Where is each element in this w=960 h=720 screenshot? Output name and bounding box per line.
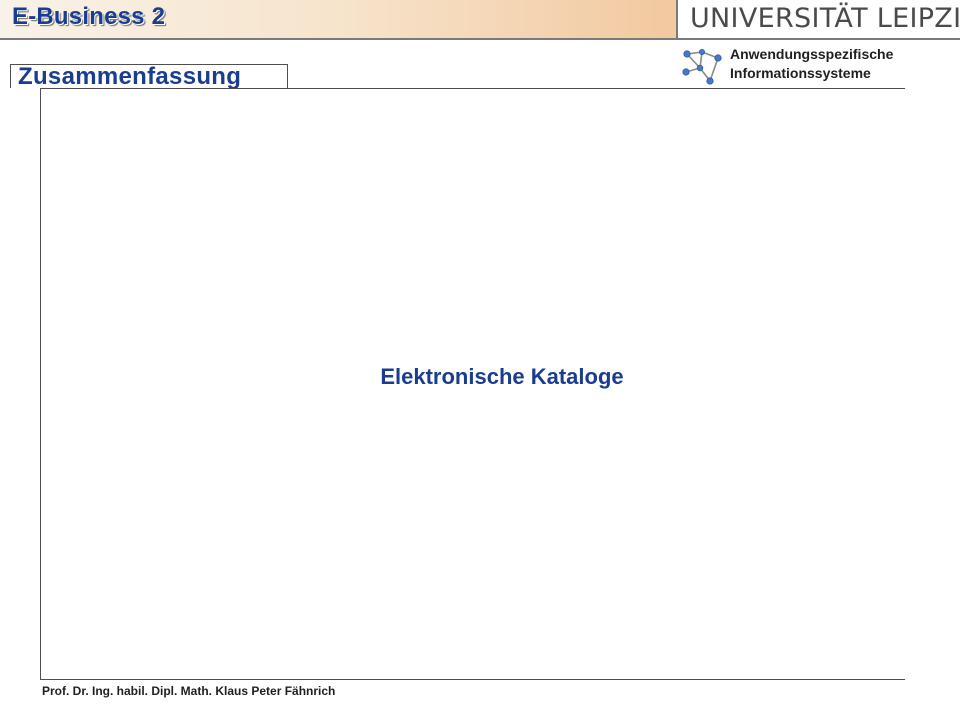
institute-name: Anwendungsspezifische Informationssystem… (730, 45, 893, 83)
content-frame-bottom (40, 679, 905, 680)
footer-author: Prof. Dr. Ing. habil. Dipl. Math. Klaus … (42, 684, 336, 698)
slide-heading: Elektronische Kataloge (380, 364, 624, 389)
institute-name-line1: Anwendungsspezifische (730, 46, 894, 62)
course-title: E-Business 2 (12, 3, 166, 30)
network-nodes-icon (682, 49, 722, 85)
section-title: Zusammenfassung (18, 63, 242, 90)
institute-name-line2: Informationssysteme (730, 65, 871, 81)
content-frame-top (40, 88, 905, 89)
university-logo: UNIVERSITÄT LEIPZIG (676, 0, 960, 40)
university-logo-text: UNIVERSITÄT LEIPZIG (690, 3, 960, 34)
